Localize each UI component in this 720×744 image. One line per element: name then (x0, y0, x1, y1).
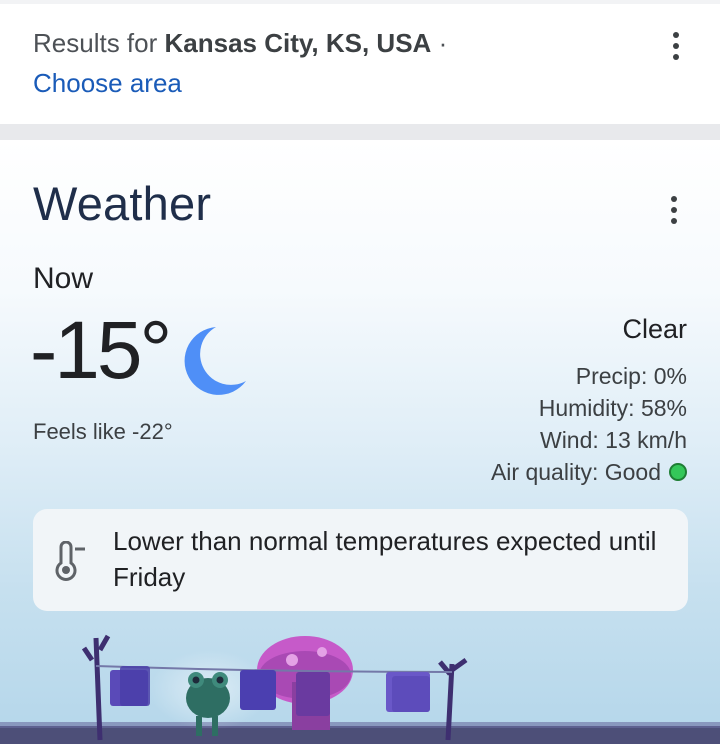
weather-scene-illustration (0, 634, 720, 744)
humidity-row: Humidity: 58% (491, 392, 687, 424)
moon-icon (184, 327, 246, 395)
weather-more-options-icon[interactable] (664, 196, 684, 224)
humidity-value: 58% (640, 395, 687, 421)
wind-row: Wind: 13 km/h (491, 424, 687, 456)
results-prefix: Results for (33, 28, 158, 58)
feels-like: Feels like -22° (33, 419, 173, 444)
current-temperature: -15° (30, 305, 172, 396)
weather-card: Weather Now -15° Feels like -22° Clear P… (0, 140, 720, 744)
air-quality-status-icon (669, 463, 687, 481)
wind-label: Wind: (539, 427, 599, 453)
precip-label: Precip: (575, 363, 648, 389)
weather-condition: Clear (622, 314, 687, 344)
weather-stats: Precip: 0% Humidity: 58% Wind: 13 km/h A… (491, 360, 687, 488)
precip-value: 0% (653, 363, 687, 389)
precip-row: Precip: 0% (491, 360, 687, 392)
results-separator: · (438, 28, 448, 58)
weather-alert[interactable]: Lower than normal temperatures expected … (33, 509, 688, 611)
more-options-icon[interactable] (666, 32, 686, 60)
results-location: Kansas City, KS, USA (164, 28, 432, 58)
choose-area-link[interactable]: Choose area (33, 68, 182, 99)
air-quality-label: Air quality: (490, 459, 599, 485)
wind-value: 13 km/h (605, 427, 687, 453)
air-quality-row[interactable]: Air quality: Good (491, 456, 687, 488)
thermometer-down-icon (55, 541, 85, 581)
air-quality-value: Good (604, 459, 661, 485)
alert-text: Lower than normal temperatures expected … (113, 526, 657, 592)
weather-title: Weather (33, 177, 212, 230)
results-for-line: Results for Kansas City, KS, USA · (33, 28, 447, 59)
now-label: Now (33, 262, 94, 295)
humidity-label: Humidity: (538, 395, 635, 421)
location-header: Results for Kansas City, KS, USA · Choos… (0, 0, 720, 124)
section-divider (0, 124, 720, 140)
